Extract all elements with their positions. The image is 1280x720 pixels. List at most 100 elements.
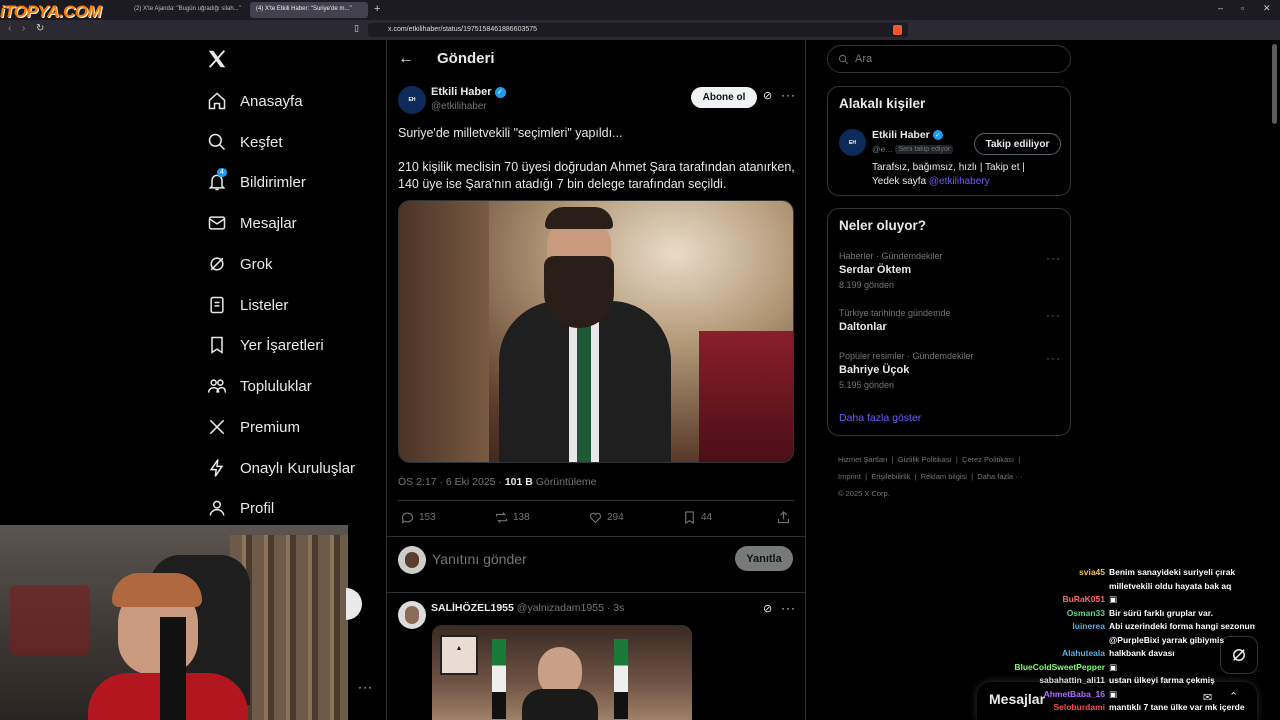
chat-text: halkbank davası: [1109, 648, 1175, 658]
footer-link[interactable]: Çerez Politikası: [962, 455, 1014, 464]
reply-author[interactable]: SALİHÖZEL1955 @yalnizadam1955 · 3s: [431, 602, 624, 614]
user-avatar[interactable]: [398, 546, 426, 574]
following-button[interactable]: Takip ediliyor: [974, 133, 1061, 155]
related-avatar[interactable]: EH: [839, 129, 866, 156]
reply-more-icon[interactable]: ···: [781, 601, 796, 615]
reply-action[interactable]: 153: [400, 510, 436, 525]
chat-message: svia45 Benim sanayideki suriyeli çırak: [1000, 567, 1270, 577]
footer-link[interactable]: Reklam bilgisi: [921, 472, 967, 481]
back-icon[interactable]: ‹: [8, 23, 11, 34]
trend-item[interactable]: Popüler resimler · Gündemdekiler Bahriye…: [839, 351, 1061, 390]
image-hair: [545, 207, 613, 229]
author-avatar[interactable]: EH: [398, 86, 426, 114]
post-more-icon[interactable]: ···: [781, 88, 796, 102]
search-input[interactable]: Ara: [827, 45, 1071, 73]
chat-message: sabahattin_ali11 ustan ülkeyi farma çekmi…: [1000, 675, 1270, 685]
reload-icon[interactable]: ↻: [36, 23, 44, 34]
post-button-partial[interactable]: [346, 588, 362, 620]
nav-verified-orgs-label: Onaylı Kuruluşlar: [240, 459, 356, 477]
subscribe-button[interactable]: Abone ol: [691, 87, 757, 108]
chat-text: ▣: [1109, 661, 1118, 672]
nav-messages[interactable]: Mesajlar: [206, 203, 297, 243]
grok-explain-icon[interactable]: ⊘: [763, 89, 772, 102]
post-image[interactable]: [398, 200, 794, 463]
post-text: Suriye'de milletvekili "seçimleri" yapıl…: [398, 125, 798, 193]
footer-link[interactable]: Hizmet Şartları: [838, 455, 888, 464]
chat-username: Seloburdami: [1053, 702, 1105, 712]
reply-button[interactable]: Yanıtla: [735, 546, 793, 571]
nav-notifications[interactable]: 4 Bildirimler: [206, 162, 306, 202]
trend-more-icon[interactable]: ···: [1046, 251, 1061, 265]
chat-message: luinerea Abi uzerindeki forma hangi sezon…: [1000, 621, 1270, 631]
grok-explain-icon[interactable]: ⊘: [763, 602, 772, 615]
brave-shield-icon[interactable]: [893, 25, 902, 35]
x-logo-icon[interactable]: [206, 48, 230, 72]
chat-username: Osman33: [1066, 607, 1105, 618]
chat-message: @PurpleBixi yarrak gibiymis: [1000, 635, 1270, 645]
reply-image[interactable]: ▲: [432, 625, 692, 720]
author-name: Etkili Haber: [431, 86, 492, 98]
post-time[interactable]: ÖS 2:17 · 6 Eki 2025 ·: [398, 476, 505, 488]
nav-home[interactable]: Anasayfa: [206, 81, 303, 121]
browser-tab-ajanda[interactable]: (2) X'te Ajanda: "Bugün uğradığı silah..…: [128, 2, 246, 18]
chat-message: Alahuteala halkbank davası: [1000, 648, 1270, 658]
image-suit: [522, 689, 598, 720]
address-bar[interactable]: x.com/etkilihaber/status/197515846188660…: [368, 23, 908, 37]
related-handle[interactable]: @e...: [872, 144, 892, 154]
maximize-icon[interactable]: ▫: [1241, 3, 1244, 13]
trend-more-icon[interactable]: ···: [1046, 308, 1061, 322]
trend-more-icon[interactable]: ···: [1046, 351, 1061, 365]
bookmark-action[interactable]: 44: [682, 510, 712, 525]
chat-text: milletvekili oldu hayata bak aq: [1109, 580, 1232, 591]
footer-link[interactable]: Gizlilik Politikası: [898, 455, 952, 464]
chat-text: ▣: [1109, 688, 1118, 699]
nav-bookmarks[interactable]: Yer İşaretleri: [206, 325, 324, 365]
author-handle[interactable]: @etkilihaber: [431, 101, 487, 112]
footer-link[interactable]: Imprint: [838, 472, 861, 481]
chat-username: sabahattin_ali11: [1039, 675, 1105, 685]
nav-communities[interactable]: Topluluklar: [206, 366, 312, 406]
related-name[interactable]: Etkili Haber ✓: [872, 129, 943, 141]
reply-author-name: SALİHÖZEL1955: [431, 602, 514, 614]
bell-icon: 4: [206, 168, 228, 193]
nav-verified-orgs[interactable]: Onaylı Kuruluşlar: [206, 448, 355, 488]
like-action[interactable]: 294: [588, 510, 624, 525]
related-title: Alakalı kişiler: [839, 96, 926, 111]
image-flag: [492, 639, 506, 719]
image-pillar: [399, 201, 489, 462]
back-arrow-icon[interactable]: ←: [398, 50, 414, 68]
divider: [386, 536, 806, 537]
show-more-link[interactable]: Daha fazla göster: [839, 412, 921, 424]
communities-icon: [206, 375, 228, 397]
nav-premium[interactable]: Premium: [206, 407, 300, 447]
reply-input[interactable]: Yanıtını gönder: [432, 551, 527, 567]
nav-profile[interactable]: Profil: [206, 488, 274, 528]
nav-lists[interactable]: Listeler: [206, 285, 288, 325]
forward-icon[interactable]: ›: [22, 23, 25, 34]
scrollbar-thumb[interactable]: [1272, 44, 1277, 124]
reply-author-avatar[interactable]: [398, 601, 426, 629]
bookmark-page-icon[interactable]: ▯: [354, 23, 359, 34]
browser-tab-active[interactable]: (4) X'te Etkili Haber: "Suriye'de m...": [250, 2, 368, 18]
footer-link[interactable]: Erişilebilirlik: [871, 472, 910, 481]
more-icon[interactable]: ···: [358, 680, 373, 694]
share-icon[interactable]: [776, 510, 791, 530]
footer-link[interactable]: Daha fazla ···: [977, 472, 1022, 481]
repost-count: 138: [513, 512, 530, 523]
related-handle-row: @e... Seni takip ediyor: [872, 144, 954, 154]
chat-text: ▣: [1109, 594, 1118, 604]
new-tab-icon[interactable]: +: [374, 3, 380, 15]
trend-item[interactable]: Türkiye tarihinde gündemde Daltonlar ···: [839, 308, 1061, 333]
nav-grok[interactable]: Grok: [206, 244, 273, 284]
bookmark-count: 44: [701, 512, 713, 523]
related-bio-link[interactable]: @etkilihabery: [929, 176, 990, 187]
repost-action[interactable]: 138: [494, 510, 530, 525]
grok-icon: [206, 253, 228, 275]
chat-message: BuRaK051 ▣: [1000, 594, 1270, 605]
post-author[interactable]: Etkili Haber ✓: [431, 86, 506, 98]
trend-item[interactable]: Haberler · Gündemdekiler Serdar Öktem 8.…: [839, 251, 1061, 290]
minimize-icon[interactable]: –: [1218, 3, 1223, 13]
close-window-icon[interactable]: ✕: [1263, 3, 1271, 14]
notification-badge: 4: [217, 168, 227, 177]
nav-explore[interactable]: Keşfet: [206, 122, 283, 162]
